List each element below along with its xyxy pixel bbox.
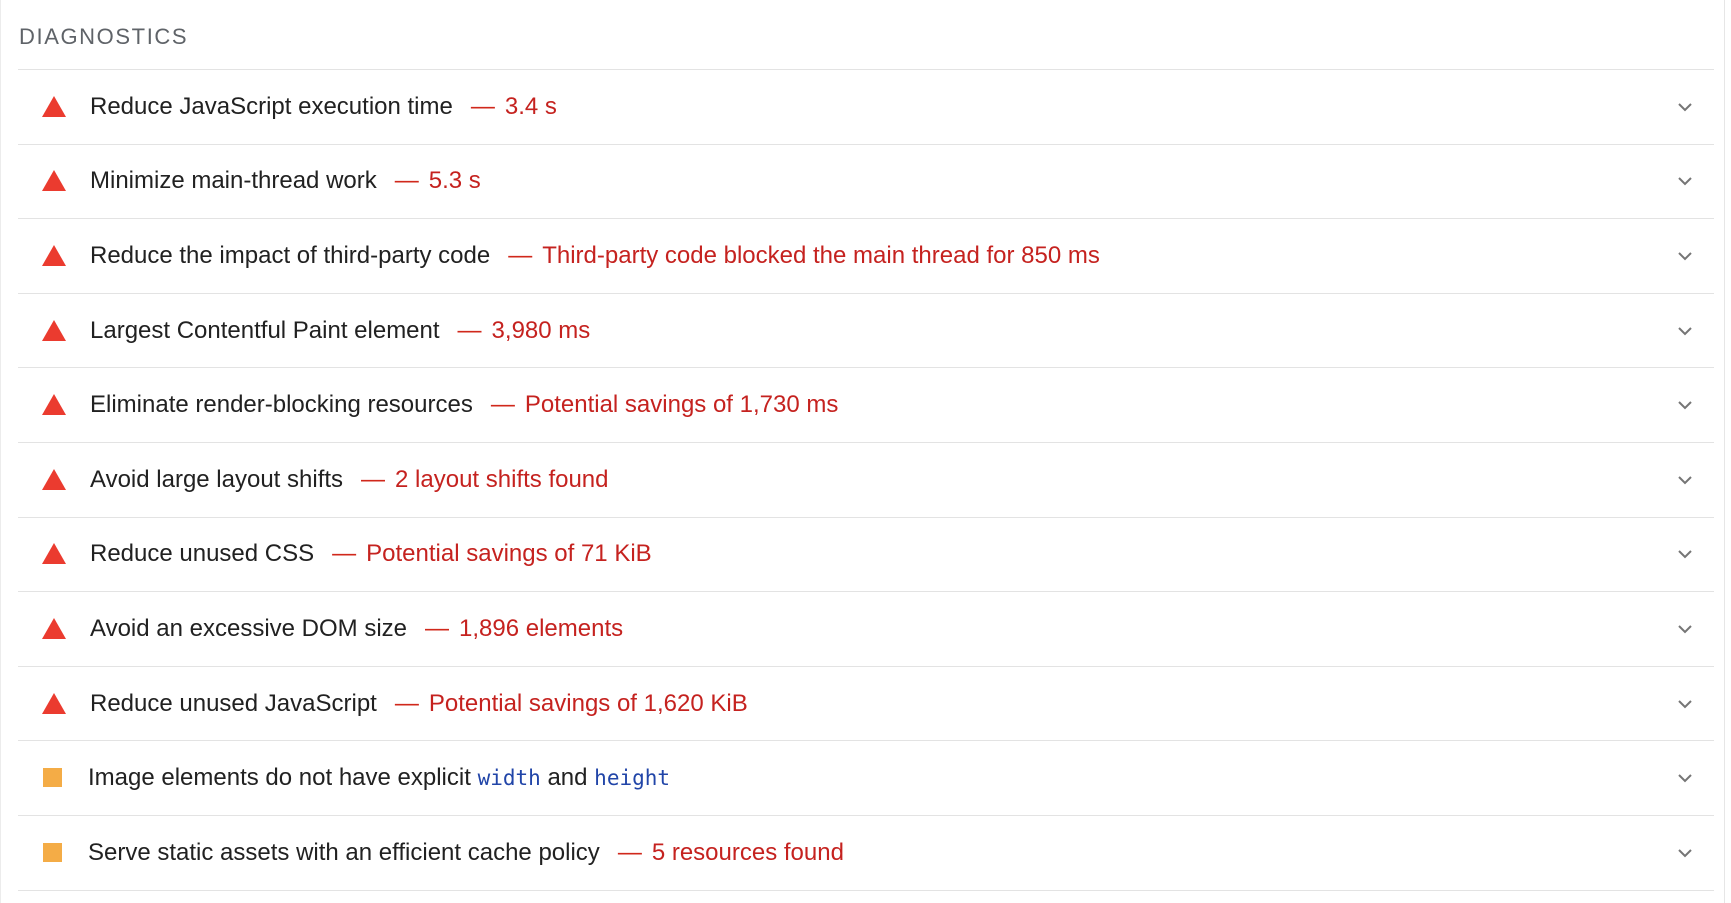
audit-row[interactable]: Reduce unused CSS — Potential savings of 7… (18, 518, 1714, 593)
audit-separator: — (490, 391, 515, 419)
audit-row[interactable]: Image elements do not have explicit widt… (18, 741, 1714, 816)
audit-display-value: Potential savings of 71 KiB (366, 540, 652, 568)
audit-row[interactable]: Minimize main-thread work —5.3 s (18, 145, 1714, 220)
triangle-fail-icon (42, 95, 66, 117)
triangle-fail-icon (42, 543, 66, 565)
audit-title: Minimize main-thread work —5.3 s (90, 167, 481, 195)
audit-row[interactable]: Eliminate render-blocking resources — Pote… (18, 368, 1714, 443)
triangle-fail-icon (42, 692, 66, 714)
chevron-down-icon[interactable] (1676, 769, 1694, 787)
audit-separator: — (394, 167, 419, 195)
audit-display-value: 3,980 ms (491, 316, 591, 344)
chevron-down-icon[interactable] (1676, 247, 1694, 265)
audit-separator: — (425, 614, 450, 642)
audit-separator: — (508, 241, 533, 269)
chevron-down-icon[interactable] (1676, 844, 1694, 862)
audit-title: Serve static assets with an efficient ca… (88, 838, 844, 866)
diagnostics-panel: DIAGNOSTICS Reduce JavaScript execution … (0, 0, 1731, 903)
audit-row[interactable]: Reduce the impact of third-party code — Th… (18, 219, 1714, 294)
audit-separator: — (332, 540, 357, 568)
audit-title: Reduce JavaScript execution time —3.4 s (90, 92, 557, 120)
code-height: height (594, 766, 671, 791)
code-width: width (477, 766, 541, 791)
chevron-down-icon[interactable] (1676, 695, 1694, 713)
triangle-fail-icon (42, 319, 66, 341)
audit-title: Reduce unused JavaScript — Potential savin… (90, 689, 748, 717)
audit-row[interactable]: Serve static assets with an efficient ca… (18, 816, 1714, 891)
audit-row[interactable]: Avoid an excessive DOM size —1,896 elemen… (18, 592, 1714, 667)
audit-title: Largest Contentful Paint element —3,980 m… (90, 316, 591, 344)
audit-display-value: 2 layout shifts found (395, 465, 609, 493)
chevron-down-icon[interactable] (1676, 396, 1694, 414)
audit-title: Reduce the impact of third-party code — Th… (90, 241, 1100, 269)
panel-left-border (0, 0, 1, 903)
audit-separator: — (361, 465, 386, 493)
chevron-down-icon[interactable] (1676, 98, 1694, 116)
section-title: DIAGNOSTICS (19, 24, 189, 49)
audit-separator: — (394, 689, 419, 717)
audit-title: Avoid an excessive DOM size —1,896 elemen… (90, 614, 624, 642)
audit-display-value: 5.3 s (428, 167, 481, 195)
audit-list: Reduce JavaScript execution time —3.4 s M… (18, 69, 1714, 891)
panel-right-border (1724, 0, 1725, 903)
triangle-fail-icon (42, 617, 66, 639)
chevron-down-icon[interactable] (1676, 471, 1694, 489)
audit-row[interactable]: Reduce JavaScript execution time —3.4 s (18, 70, 1714, 145)
triangle-fail-icon (42, 170, 66, 192)
chevron-down-icon[interactable] (1676, 322, 1694, 340)
audit-display-value: Potential savings of 1,730 ms (524, 391, 839, 419)
audit-row[interactable]: Avoid large layout shifts —2 layout shift… (18, 443, 1714, 518)
audit-separator: — (617, 838, 642, 866)
chevron-down-icon[interactable] (1676, 545, 1694, 563)
audit-title: Eliminate render-blocking resources — Pote… (90, 391, 839, 419)
audit-display-value: 1,896 elements (459, 614, 624, 642)
audit-display-value: 3.4 s (504, 92, 557, 120)
audit-separator: — (470, 92, 495, 120)
audit-row[interactable]: Largest Contentful Paint element —3,980 m… (18, 294, 1714, 369)
audit-display-value: Potential savings of 1,620 KiB (428, 689, 748, 717)
audit-display-value: Third-party code blocked the main thread… (542, 241, 1100, 269)
audit-title: Image elements do not have explicit widt… (88, 764, 671, 792)
audit-title: Avoid large layout shifts —2 layout shift… (90, 465, 609, 493)
audit-row[interactable]: Reduce unused JavaScript — Potential savin… (18, 667, 1714, 742)
triangle-fail-icon (42, 244, 66, 266)
chevron-down-icon[interactable] (1676, 172, 1694, 190)
square-average-icon (43, 768, 62, 788)
triangle-fail-icon (42, 468, 66, 490)
audit-separator: — (457, 316, 482, 344)
audit-display-value: 5 resources found (651, 838, 844, 866)
chevron-down-icon[interactable] (1676, 620, 1694, 638)
square-average-icon (43, 842, 62, 862)
triangle-fail-icon (42, 394, 66, 416)
audit-title: Reduce unused CSS — Potential savings of 7… (90, 540, 652, 568)
